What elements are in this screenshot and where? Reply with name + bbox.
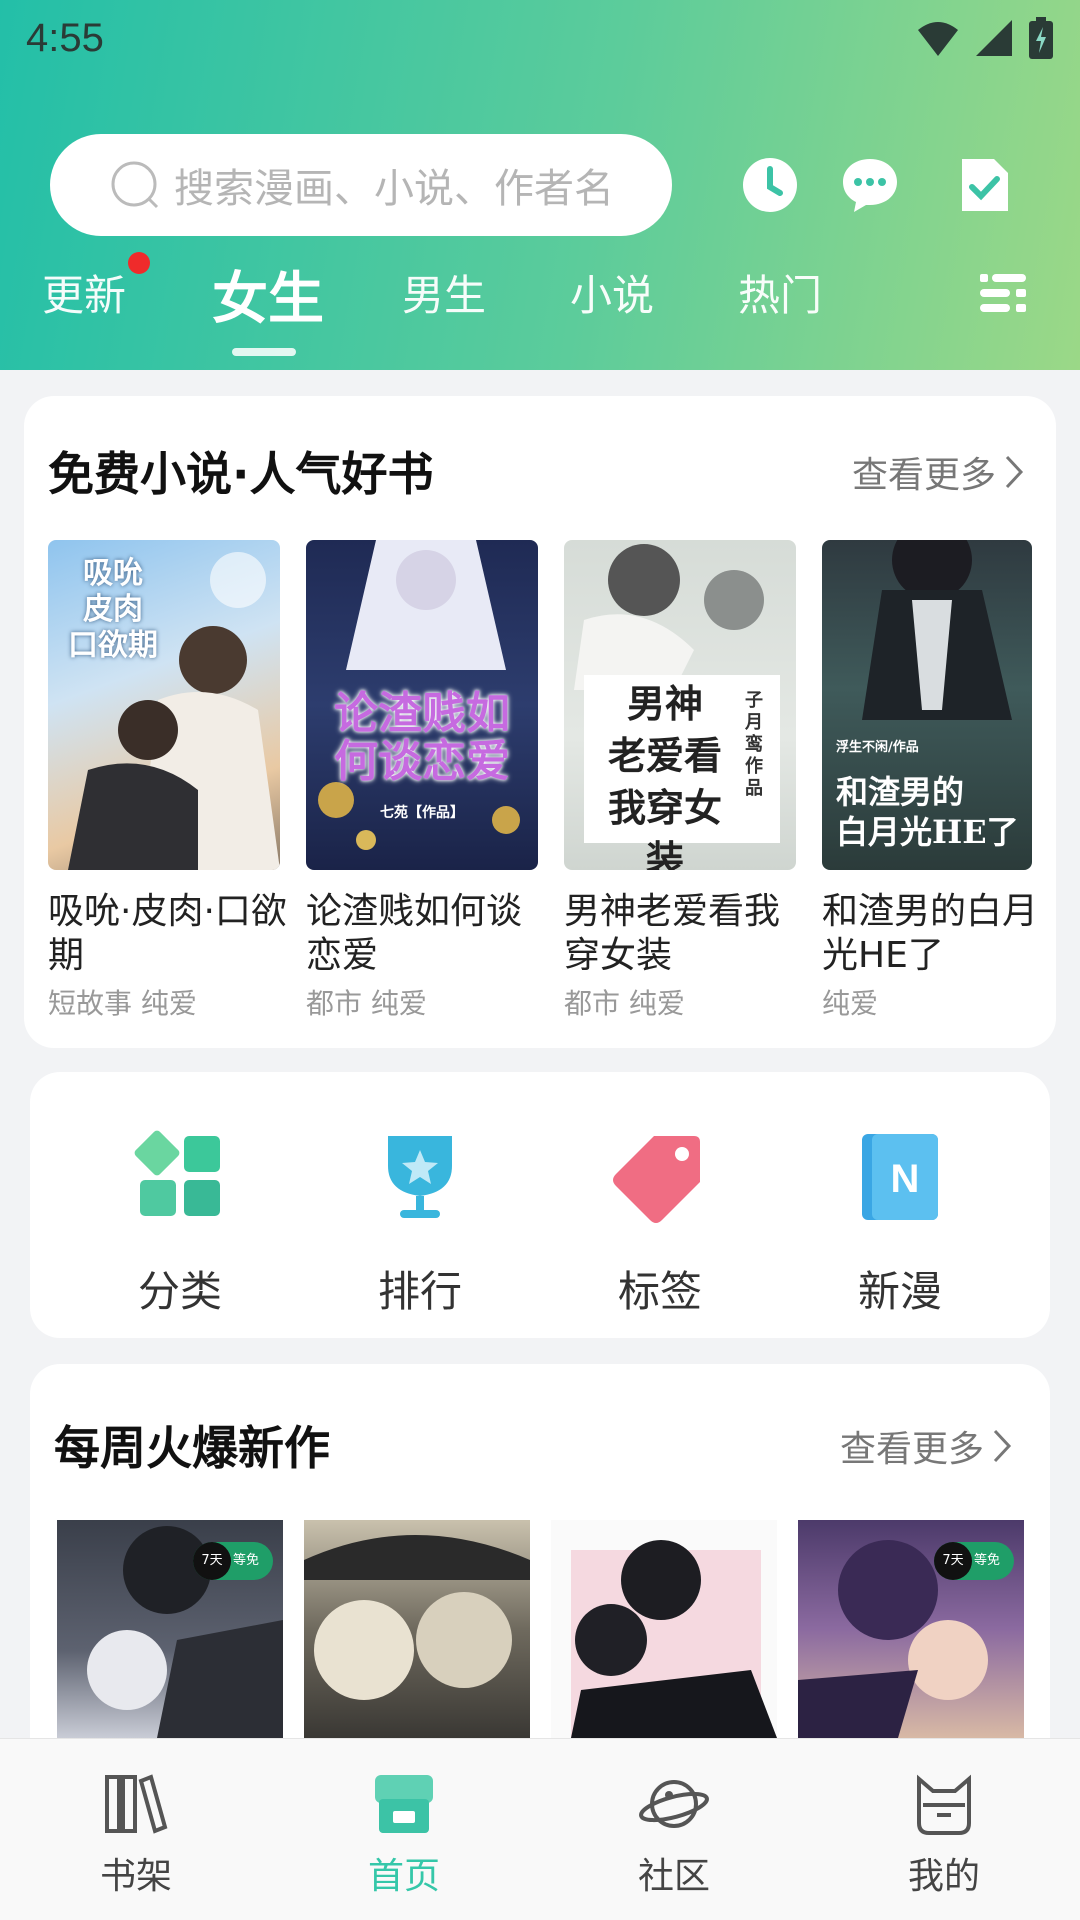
quick-link-ranking[interactable]: 排行 [320, 1126, 520, 1319]
planet-icon [639, 1780, 709, 1828]
section-title: 免费小说·人气好书 [48, 447, 434, 501]
see-more-label: 查看更多 [852, 455, 997, 496]
notification-dot [128, 252, 150, 274]
bookshelf-icon [105, 1774, 168, 1834]
book-cover: 浮生不闲/作品 和渣男的 白月光HE了 [822, 540, 1032, 870]
book-item[interactable]: 吸吮 皮肉 口欲期 吸吮·皮肉·口欲期 短故事 纯爱 [48, 540, 287, 1022]
cover-author: 七苑【作品】 [380, 805, 464, 821]
see-more-label: 查看更多 [840, 1429, 985, 1470]
comic-cover[interactable]: 7天 等免 [798, 1520, 1024, 1738]
book-tags: 纯爱 [822, 987, 879, 1020]
badge-days: 7天 [934, 1542, 972, 1580]
book-cover: 吸吮 皮肉 口欲期 [48, 540, 280, 870]
book-tags: 都市 纯爱 [564, 987, 685, 1020]
quick-link-category[interactable]: 分类 [80, 1126, 280, 1319]
category-icon [134, 1130, 220, 1216]
nav-home[interactable]: 首页 [304, 1771, 504, 1899]
book-tags: 都市 纯爱 [306, 987, 427, 1020]
bottom-nav: 书架 首页 社区 我的 [0, 1738, 1080, 1920]
status-bar: 4:55 [0, 0, 1080, 76]
search-input[interactable]: 搜索漫画、小说、作者名 [50, 134, 672, 236]
book-title: 吸吮·皮肉·口欲期 [48, 891, 287, 976]
tab-female[interactable]: 女生 [212, 254, 324, 335]
badge-free: 等免 [974, 1553, 1001, 1568]
status-icons [916, 17, 1054, 59]
see-more-link[interactable]: 查看更多 [852, 446, 1024, 498]
section-title: 每周火爆新作 [54, 1421, 330, 1475]
category-tabs: 更新 女生 男生 小说 热门 [0, 262, 1080, 362]
menu-icon[interactable] [980, 272, 1028, 314]
quick-link-new-comics[interactable]: N 新漫 [800, 1126, 1000, 1319]
see-more-link[interactable]: 查看更多 [840, 1420, 1012, 1472]
book-title: 论渣贱如何谈恋爱 [306, 891, 523, 976]
nav-label: 我的 [907, 1856, 980, 1897]
cover-title: 论渣贱如 何谈恋爱 [334, 688, 510, 787]
header: 4:55 搜索漫画、小说、作者名 更新 女生 男生 小说 热门 [0, 0, 1080, 370]
wifi-icon [918, 22, 958, 56]
book-cover: 男神 老爱看 我穿女装 子月鸾作品 [564, 540, 796, 870]
book-item[interactable]: 男神 老爱看 我穿女装 子月鸾作品 男神老爱看我穿女装 都市 纯爱 [564, 540, 796, 1022]
home-icon [375, 1775, 433, 1833]
svg-text:N: N [891, 1157, 920, 1201]
message-icon[interactable] [840, 155, 900, 215]
quick-link-tags[interactable]: 标签 [560, 1126, 760, 1319]
tab-male[interactable]: 男生 [402, 262, 486, 323]
book-title: 和渣男的白月光HE了 [822, 891, 1039, 976]
clock-icon[interactable] [740, 155, 800, 215]
cover-author: 浮生不闲/作品 [836, 740, 919, 755]
book-tags: 短故事 纯爱 [48, 987, 197, 1020]
tab-hot[interactable]: 热门 [738, 262, 822, 323]
nav-label: 书架 [99, 1856, 172, 1897]
book-cover: 论渣贱如 何谈恋爱 七苑【作品】 [306, 540, 538, 870]
nav-label: 首页 [367, 1856, 440, 1897]
book-title: 男神老爱看我穿女装 [564, 891, 781, 976]
tab-active-indicator [232, 348, 296, 356]
profile-icon [917, 1774, 971, 1835]
tab-novel[interactable]: 小说 [570, 262, 654, 323]
book-item[interactable]: 论渣贱如 何谈恋爱 七苑【作品】 论渣贱如何谈恋爱 都市 纯爱 [306, 540, 538, 1022]
status-time: 4:55 [26, 15, 104, 60]
nav-community[interactable]: 社区 [574, 1771, 774, 1899]
nav-profile[interactable]: 我的 [844, 1771, 1044, 1899]
quick-link-label: 标签 [617, 1267, 702, 1316]
badge-free: 等免 [233, 1553, 260, 1568]
cover-title: 吸吮 皮肉 口欲期 [68, 556, 158, 663]
quick-link-label: 分类 [137, 1267, 222, 1316]
tag-icon [613, 1136, 700, 1223]
nav-bookshelf[interactable]: 书架 [36, 1771, 236, 1899]
quick-link-label: 排行 [377, 1267, 462, 1316]
chevron-right-icon [1005, 455, 1024, 489]
search-icon [111, 161, 159, 209]
cover-author: 子月鸾作品 [745, 690, 763, 799]
battery-icon [1029, 17, 1053, 59]
cover-title: 男神 老爱看 我穿女装 [607, 681, 722, 870]
trophy-icon [388, 1136, 452, 1218]
chevron-right-icon [993, 1429, 1012, 1463]
comic-cover[interactable] [551, 1520, 777, 1738]
badge-days: 7天 [193, 1542, 231, 1580]
tab-update[interactable]: 更新 [42, 262, 126, 323]
nav-label: 社区 [637, 1856, 710, 1897]
cover-title: 和渣男的 白月光HE了 [836, 773, 1019, 851]
signal-icon [976, 20, 1012, 56]
quick-link-label: 新漫 [857, 1267, 942, 1316]
new-comic-icon: N [862, 1134, 938, 1220]
book-item[interactable]: 浮生不闲/作品 和渣男的 白月光HE了 和渣男的白月光HE了 纯爱 [822, 540, 1038, 1022]
comic-cover[interactable]: 7天 等免 [57, 1520, 283, 1738]
search-placeholder: 搜索漫画、小说、作者名 [174, 166, 614, 212]
comic-cover[interactable] [304, 1520, 530, 1738]
checkin-icon[interactable] [956, 155, 1012, 215]
